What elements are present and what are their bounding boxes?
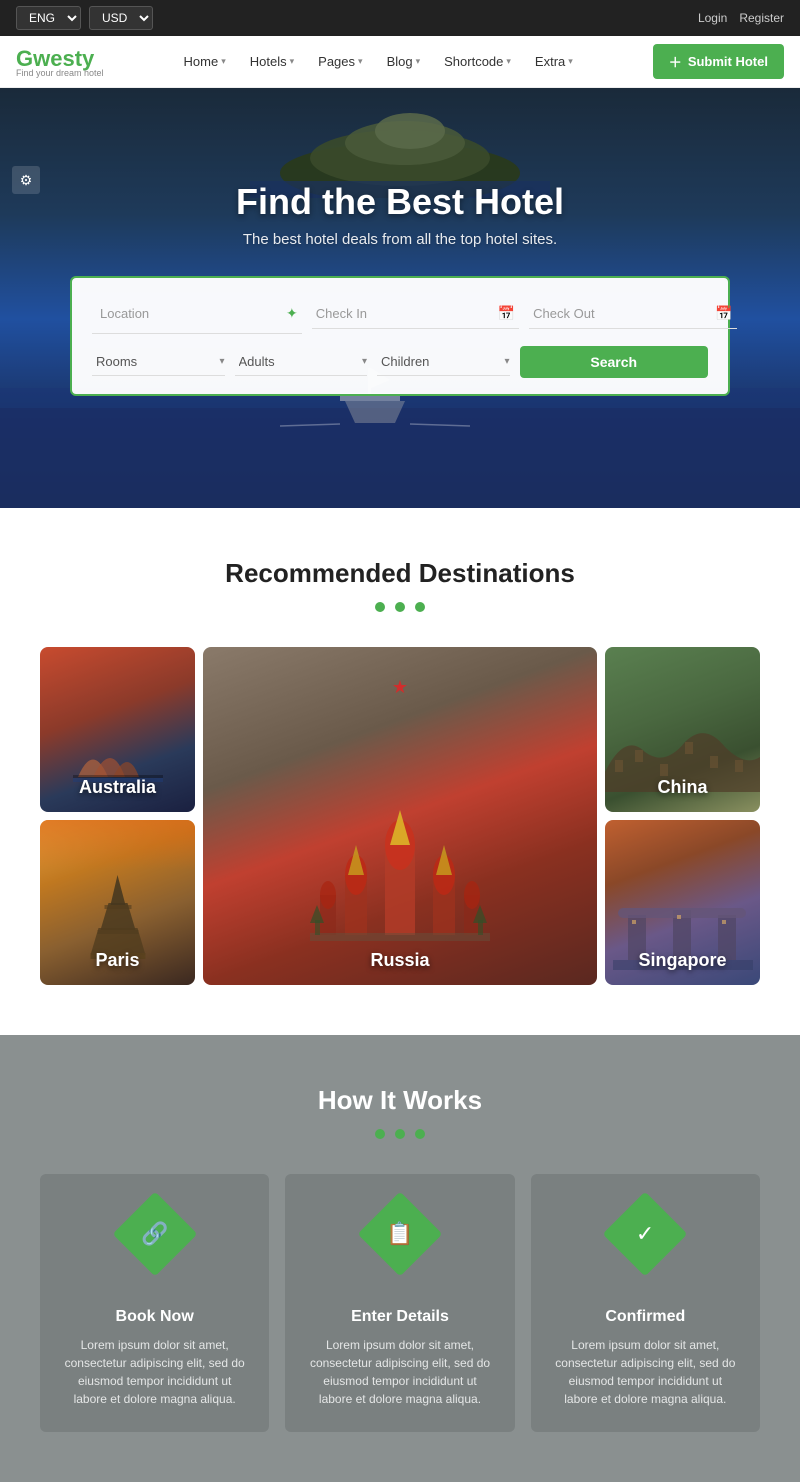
logo[interactable]: Gwesty Find your dream hotel — [16, 46, 104, 78]
how-dot-2 — [395, 1129, 405, 1139]
confirmed-text: Lorem ipsum dolor sit amet, consectetur … — [551, 1336, 740, 1408]
dot-2 — [395, 602, 405, 612]
russia-bg: ★ — [203, 647, 597, 985]
dot-3 — [415, 602, 425, 612]
confirmed-title: Confirmed — [551, 1308, 740, 1326]
checkout-field-wrap: 📅 — [529, 299, 736, 329]
confirmed-icon-diamond: ✓ — [603, 1192, 688, 1277]
singapore-label: Singapore — [605, 950, 760, 971]
hero-subtitle: The best hotel deals from all the top ho… — [70, 231, 730, 248]
rooms-select[interactable]: Rooms 1234 — [92, 348, 215, 375]
adults-arrow-icon: ▾ — [362, 356, 367, 367]
how-it-works-section: How It Works 🔗 Book Now Lorem ipsum dolo… — [0, 1035, 800, 1482]
search-row-2: Rooms 1234 ▾ Adults 1234 ▾ Children 0123 — [92, 346, 708, 378]
nav-blog[interactable]: Blog ▾ — [377, 48, 431, 75]
checkin-input[interactable] — [316, 306, 492, 321]
submit-hotel-button[interactable]: ＋ Submit Hotel — [653, 44, 784, 79]
how-card-details: 📋 Enter Details Lorem ipsum dolor sit am… — [285, 1174, 514, 1432]
how-dot-3 — [415, 1129, 425, 1139]
currency-select[interactable]: USD — [89, 6, 153, 30]
st-basils-icon — [310, 765, 490, 965]
search-row-1: ✦ 📅 📅 — [92, 294, 708, 334]
hero-section: ⚙ Find the Best Hotel The best hotel dea… — [0, 88, 800, 508]
book-icon-diamond: 🔗 — [112, 1192, 197, 1277]
how-dots — [40, 1126, 760, 1144]
details-title: Enter Details — [305, 1308, 494, 1326]
children-select-wrap: Children 0123 ▾ — [377, 348, 510, 376]
nav-shortcode-arrow: ▾ — [506, 56, 511, 67]
kremlin-star: ★ — [392, 677, 408, 698]
nav-links: Home ▾ Hotels ▾ Pages ▾ Blog ▾ Shortcode… — [174, 48, 583, 75]
nav-hotels[interactable]: Hotels ▾ — [240, 48, 304, 75]
location-input[interactable] — [96, 300, 280, 327]
how-dot-1 — [375, 1129, 385, 1139]
how-cards: 🔗 Book Now Lorem ipsum dolor sit amet, c… — [40, 1174, 760, 1432]
checkout-input[interactable] — [533, 306, 709, 321]
rooms-select-wrap: Rooms 1234 ▾ — [92, 348, 225, 376]
confirmed-icon: ✓ — [636, 1221, 654, 1247]
hero-content: Find the Best Hotel The best hotel deals… — [70, 181, 730, 396]
book-title: Book Now — [60, 1308, 249, 1326]
dot-1 — [375, 602, 385, 612]
australia-label: Australia — [40, 777, 195, 798]
nav-home-arrow: ▾ — [221, 56, 226, 67]
how-card-book: 🔗 Book Now Lorem ipsum dolor sit amet, c… — [40, 1174, 269, 1432]
top-bar: ENG USD Login Register — [0, 0, 800, 36]
login-link[interactable]: Login — [698, 11, 727, 25]
opera-house-icon — [73, 737, 163, 782]
checkin-calendar-icon: 📅 — [498, 305, 515, 322]
checkin-field-wrap: 📅 — [312, 299, 519, 329]
book-text: Lorem ipsum dolor sit amet, consectetur … — [60, 1336, 249, 1408]
destinations-grid: Australia — [40, 647, 760, 985]
recommended-title: Recommended Destinations — [40, 558, 760, 589]
search-box: ✦ 📅 📅 Rooms 1234 ▾ — [70, 276, 730, 396]
settings-button[interactable]: ⚙ — [12, 166, 40, 194]
china-label: China — [605, 777, 760, 798]
book-icon: 🔗 — [141, 1221, 168, 1247]
top-bar-left: ENG USD — [16, 6, 153, 30]
recommended-section: Recommended Destinations Australia — [0, 508, 800, 1035]
rooms-arrow-icon: ▾ — [219, 356, 224, 367]
language-select[interactable]: ENG — [16, 6, 81, 30]
section-dots — [40, 599, 760, 617]
destination-china[interactable]: China — [605, 647, 760, 812]
nav-pages[interactable]: Pages ▾ — [308, 48, 372, 75]
nav-hotels-arrow: ▾ — [290, 56, 295, 67]
nav-extra-arrow: ▾ — [568, 56, 573, 67]
register-link[interactable]: Register — [739, 11, 784, 25]
destination-australia[interactable]: Australia — [40, 647, 195, 812]
nav-blog-arrow: ▾ — [416, 56, 421, 67]
search-button[interactable]: Search — [520, 346, 709, 378]
details-icon: 📋 — [386, 1221, 413, 1247]
adults-select[interactable]: Adults 1234 — [235, 348, 358, 375]
adults-select-wrap: Adults 1234 ▾ — [235, 348, 368, 376]
logo-tagline: Find your dream hotel — [16, 68, 104, 78]
paris-label: Paris — [40, 950, 195, 971]
checkout-calendar-icon: 📅 — [715, 305, 732, 322]
location-icon: ✦ — [286, 305, 298, 322]
destination-paris[interactable]: Paris — [40, 820, 195, 985]
destination-russia[interactable]: ★ Russia — [203, 647, 597, 985]
children-select[interactable]: Children 0123 — [377, 348, 500, 375]
children-arrow-icon: ▾ — [504, 356, 509, 367]
location-field-wrap: ✦ — [92, 294, 302, 334]
destination-singapore[interactable]: Singapore — [605, 820, 760, 985]
russia-label: Russia — [203, 950, 597, 971]
how-title: How It Works — [40, 1085, 760, 1116]
how-card-confirmed: ✓ Confirmed Lorem ipsum dolor sit amet, … — [531, 1174, 760, 1432]
navbar: Gwesty Find your dream hotel Home ▾ Hote… — [0, 36, 800, 88]
nav-home[interactable]: Home ▾ — [174, 48, 236, 75]
details-text: Lorem ipsum dolor sit amet, consectetur … — [305, 1336, 494, 1408]
nav-shortcode[interactable]: Shortcode ▾ — [434, 48, 521, 75]
nav-extra[interactable]: Extra ▾ — [525, 48, 583, 75]
hero-title: Find the Best Hotel — [70, 181, 730, 223]
top-bar-right: Login Register — [698, 11, 784, 25]
paris-foliage — [40, 820, 195, 870]
nav-pages-arrow: ▾ — [358, 56, 363, 67]
details-icon-diamond: 📋 — [358, 1192, 443, 1277]
submit-hotel-icon: ＋ — [669, 52, 682, 71]
